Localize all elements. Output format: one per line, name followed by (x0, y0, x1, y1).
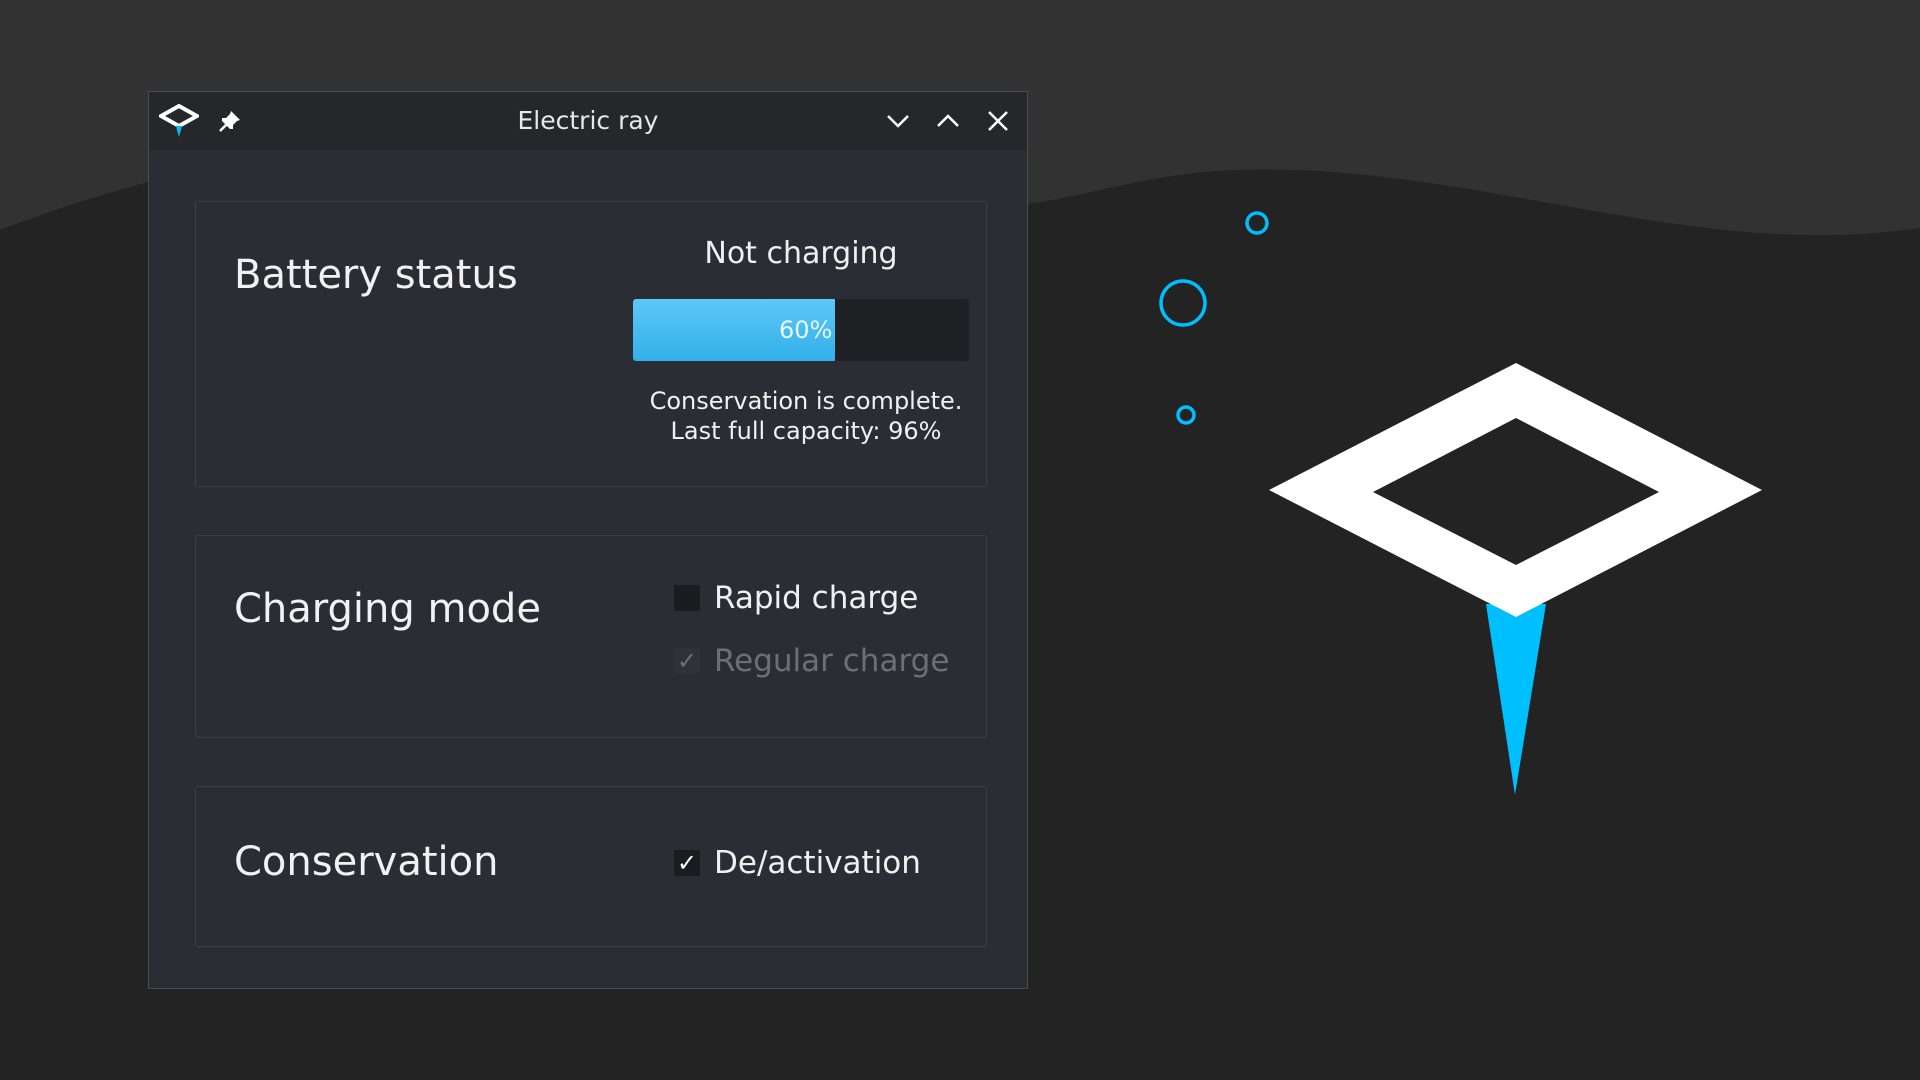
app-window: Electric ray Battery status Not charging… (148, 91, 1028, 989)
chevron-up-icon (937, 114, 959, 127)
battery-status-title: Battery status (234, 252, 518, 298)
rapid-charge-label: Rapid charge (714, 580, 919, 616)
app-logo-icon[interactable] (159, 104, 199, 138)
battery-progress-label: 60% (779, 316, 833, 344)
regular-charge-label: Regular charge (714, 643, 950, 679)
rapid-charge-checkbox[interactable]: Rapid charge (674, 580, 918, 616)
deactivation-label: De/activation (714, 845, 921, 881)
pin-icon[interactable] (217, 108, 243, 134)
conservation-info: Conservation is complete. Last full capa… (606, 386, 1006, 446)
regular-charge-checkbox: ✓ Regular charge (674, 643, 949, 679)
title-bar[interactable]: Electric ray (149, 92, 1027, 150)
conservation-panel: Conservation ✓ De/activation (195, 786, 987, 947)
charging-mode-panel: Charging mode Rapid charge ✓ Regular cha… (195, 535, 987, 738)
maximize-button[interactable] (933, 106, 963, 136)
battery-progress-bar: 60% (633, 299, 969, 361)
close-icon (988, 111, 1008, 131)
charging-status-text: Not charging (704, 236, 898, 271)
title-bar-left (159, 92, 243, 150)
conservation-info-line1: Conservation is complete. (649, 387, 963, 415)
minimize-button[interactable] (883, 106, 913, 136)
chevron-down-icon (887, 115, 909, 128)
battery-status-panel: Battery status Not charging 60% Conserva… (195, 201, 987, 487)
last-capacity-info: Last full capacity: 96% (670, 417, 942, 445)
checkbox-unchecked[interactable] (674, 585, 700, 611)
charging-mode-title: Charging mode (234, 586, 541, 632)
checkbox-checked[interactable]: ✓ (674, 850, 700, 876)
conservation-title: Conservation (234, 839, 499, 885)
window-controls (883, 92, 1013, 150)
close-button[interactable] (983, 106, 1013, 136)
checkbox-checked: ✓ (674, 648, 700, 674)
deactivation-checkbox[interactable]: ✓ De/activation (674, 845, 921, 881)
